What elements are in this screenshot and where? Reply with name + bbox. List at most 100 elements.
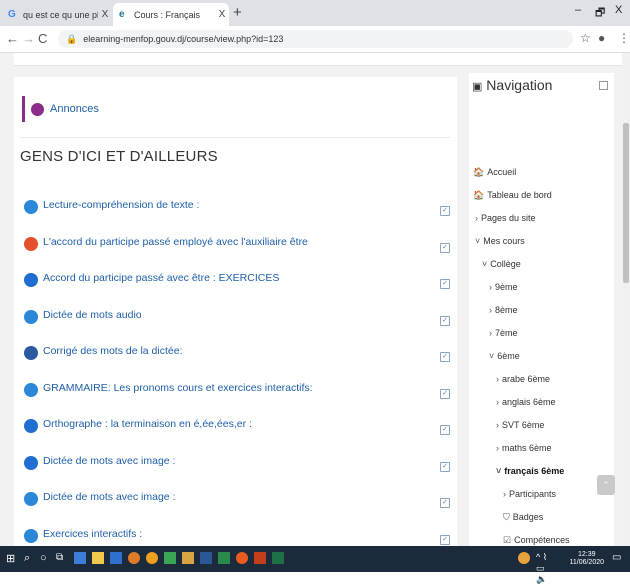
course-content: Annonces GENS D'ICI ET D'AILLEURS Lectur… bbox=[14, 77, 457, 546]
nav-item[interactable]: ˅ Mes cours bbox=[475, 236, 525, 246]
completion-checkbox[interactable]: ✓ bbox=[440, 279, 450, 289]
activity-item[interactable]: Dictée de mots avec image : ✓ bbox=[24, 453, 454, 475]
edge-icon[interactable] bbox=[74, 552, 86, 564]
system-clock[interactable]: 12:39 11/06/2020 bbox=[569, 551, 604, 567]
nav-item-label: arabe 6ème bbox=[502, 374, 551, 384]
activity-item[interactable]: Lecture-compréhension de texte : ✓ bbox=[24, 197, 454, 219]
chrome-icon[interactable] bbox=[146, 552, 158, 564]
activity-label[interactable]: Lecture-compréhension de texte : bbox=[43, 199, 199, 211]
star-icon[interactable]: ☆ bbox=[580, 31, 591, 45]
activity-item[interactable]: GRAMMAIRE: Les pronoms cours et exercice… bbox=[24, 380, 454, 402]
divider bbox=[20, 137, 450, 138]
annonces-link[interactable]: Annonces bbox=[22, 96, 450, 122]
completion-checkbox[interactable]: ✓ bbox=[440, 461, 450, 472]
forward-icon[interactable]: → bbox=[22, 31, 35, 46]
activity-item[interactable]: L'accord du participe passé employé avec… bbox=[24, 234, 454, 256]
collapse-icon[interactable] bbox=[599, 81, 608, 90]
nav-item[interactable]: › anglais 6ème bbox=[496, 397, 556, 407]
close-icon[interactable]: X bbox=[215, 9, 229, 20]
nav-item[interactable]: › Pages du site bbox=[475, 213, 536, 223]
scroll-to-top-button[interactable]: ⌃ bbox=[597, 475, 615, 495]
nav-item[interactable]: 🏠 Accueil bbox=[473, 167, 516, 178]
activity-item[interactable]: Exercices interactifs : ✓ bbox=[24, 526, 454, 547]
nav-item[interactable]: › 7ème bbox=[489, 328, 518, 338]
search-icon[interactable]: ⌕ bbox=[24, 552, 36, 564]
nav-item-label: 7ème bbox=[495, 328, 518, 338]
url-field[interactable]: 🔒 elearning-menfop.gouv.dj/course/view.p… bbox=[58, 30, 573, 48]
completion-checkbox[interactable]: ✓ bbox=[440, 388, 450, 399]
completion-checkbox[interactable]: ✓ bbox=[440, 425, 450, 435]
folder-icon[interactable] bbox=[182, 552, 194, 564]
activity-item[interactable]: Orthographe : la terminaison en é,ée,ées… bbox=[24, 416, 454, 438]
activity-item[interactable]: Accord du participe passé avec être : EX… bbox=[24, 270, 454, 292]
navigation-block: ▣ Navigation 🏠 Accueil 🏠 Tableau de bord › Pa… bbox=[469, 73, 614, 546]
reload-icon[interactable]: C bbox=[38, 31, 47, 46]
nav-item[interactable]: 🏠 Tableau de bord bbox=[473, 190, 552, 201]
nav-item[interactable]: › Participants bbox=[503, 489, 556, 499]
firefox-icon[interactable] bbox=[128, 552, 140, 564]
activity-label[interactable]: Dictée de mots avec image : bbox=[43, 491, 175, 503]
nav-item-label: anglais 6ème bbox=[502, 397, 556, 407]
activity-label[interactable]: Orthographe : la terminaison en é,ée,ées… bbox=[43, 418, 252, 430]
completion-checkbox[interactable]: ✓ bbox=[440, 315, 450, 326]
tab-google[interactable]: G qu est ce qu une plate forme col X bbox=[2, 3, 112, 26]
menu-icon[interactable]: ⋮ bbox=[618, 31, 630, 45]
app-green-icon[interactable] bbox=[218, 552, 230, 564]
task-view-icon[interactable]: ⧉ bbox=[56, 552, 68, 564]
activity-label[interactable]: Dictée de mots audio bbox=[43, 309, 142, 321]
activity-icon bbox=[24, 309, 38, 324]
activity-item[interactable]: Dictée de mots avec image : ✓ bbox=[24, 489, 454, 511]
clock-date: 11/06/2020 bbox=[569, 559, 604, 566]
user-avatar-icon[interactable] bbox=[518, 552, 530, 564]
back-icon[interactable]: ← bbox=[6, 31, 19, 46]
nav-item-label: 6ème bbox=[497, 351, 520, 361]
completion-checkbox[interactable]: ✓ bbox=[440, 534, 450, 545]
activity-label[interactable]: Accord du participe passé avec être : EX… bbox=[43, 272, 279, 284]
scrollbar-thumb[interactable] bbox=[623, 123, 629, 283]
profile-icon[interactable]: ● bbox=[598, 31, 605, 45]
completion-checkbox[interactable]: ✓ bbox=[440, 242, 450, 253]
nav-item[interactable]: › 8ème bbox=[489, 305, 518, 315]
completion-checkbox[interactable]: ✓ bbox=[440, 498, 450, 508]
activity-label[interactable]: Corrigé des mots de la dictée: bbox=[43, 345, 182, 357]
nav-item[interactable]: ˅ Collège bbox=[482, 259, 521, 269]
word-icon[interactable] bbox=[200, 552, 212, 564]
chrome-active-icon[interactable] bbox=[236, 552, 248, 564]
notification-icon[interactable]: ▭ bbox=[612, 552, 624, 564]
nav-chevron-icon: ☑ bbox=[503, 535, 512, 545]
file-explorer-icon[interactable] bbox=[92, 552, 104, 564]
completion-checkbox[interactable]: ✓ bbox=[440, 206, 450, 216]
activity-label[interactable]: GRAMMAIRE: Les pronoms cours et exercice… bbox=[43, 382, 313, 394]
powerpoint-icon[interactable] bbox=[254, 552, 266, 564]
nav-chevron-icon: › bbox=[489, 328, 492, 338]
excel-icon[interactable] bbox=[272, 552, 284, 564]
completion-checkbox[interactable]: ✓ bbox=[440, 352, 450, 362]
new-tab-button[interactable]: + bbox=[233, 4, 242, 21]
tab-cours-francais[interactable]: e Cours : Français X bbox=[113, 3, 229, 26]
maximize-button[interactable]: 🗗 bbox=[595, 4, 605, 23]
activity-item[interactable]: Corrigé des mots de la dictée: ✓ bbox=[24, 343, 454, 365]
nav-item[interactable]: ⛉ Badges bbox=[503, 512, 543, 523]
store-icon[interactable] bbox=[110, 552, 122, 564]
nav-item[interactable]: ☑ Compétences bbox=[503, 535, 570, 546]
tray-icons[interactable]: ^ ⌇ ▭ 🔈 bbox=[536, 552, 548, 584]
nav-item[interactable]: ˅ français 6ème bbox=[496, 466, 564, 476]
nav-item[interactable]: › 9ème bbox=[489, 282, 518, 292]
windows-start-icon[interactable]: ⊞ bbox=[6, 552, 18, 565]
minimize-button[interactable]: – bbox=[575, 4, 581, 16]
close-icon[interactable]: X bbox=[98, 9, 112, 20]
close-window-button[interactable]: X bbox=[615, 4, 622, 16]
activity-label[interactable]: Dictée de mots avec image : bbox=[43, 455, 175, 467]
activity-label[interactable]: L'accord du participe passé employé avec… bbox=[43, 236, 308, 248]
nav-item[interactable]: › SVT 6ème bbox=[496, 420, 544, 430]
nav-chevron-icon: ˅ bbox=[475, 236, 481, 246]
nav-item-label: SVT 6ème bbox=[502, 420, 545, 430]
app-icon[interactable] bbox=[164, 552, 176, 564]
scrollbar[interactable] bbox=[622, 53, 630, 546]
cortana-icon[interactable]: ○ bbox=[40, 552, 52, 564]
activity-label[interactable]: Exercices interactifs : bbox=[43, 528, 142, 540]
nav-item[interactable]: › arabe 6ème bbox=[496, 374, 550, 384]
activity-item[interactable]: Dictée de mots audio ✓ bbox=[24, 307, 454, 329]
nav-item[interactable]: › maths 6ème bbox=[496, 443, 552, 453]
nav-item[interactable]: ˅ 6ème bbox=[489, 351, 520, 361]
